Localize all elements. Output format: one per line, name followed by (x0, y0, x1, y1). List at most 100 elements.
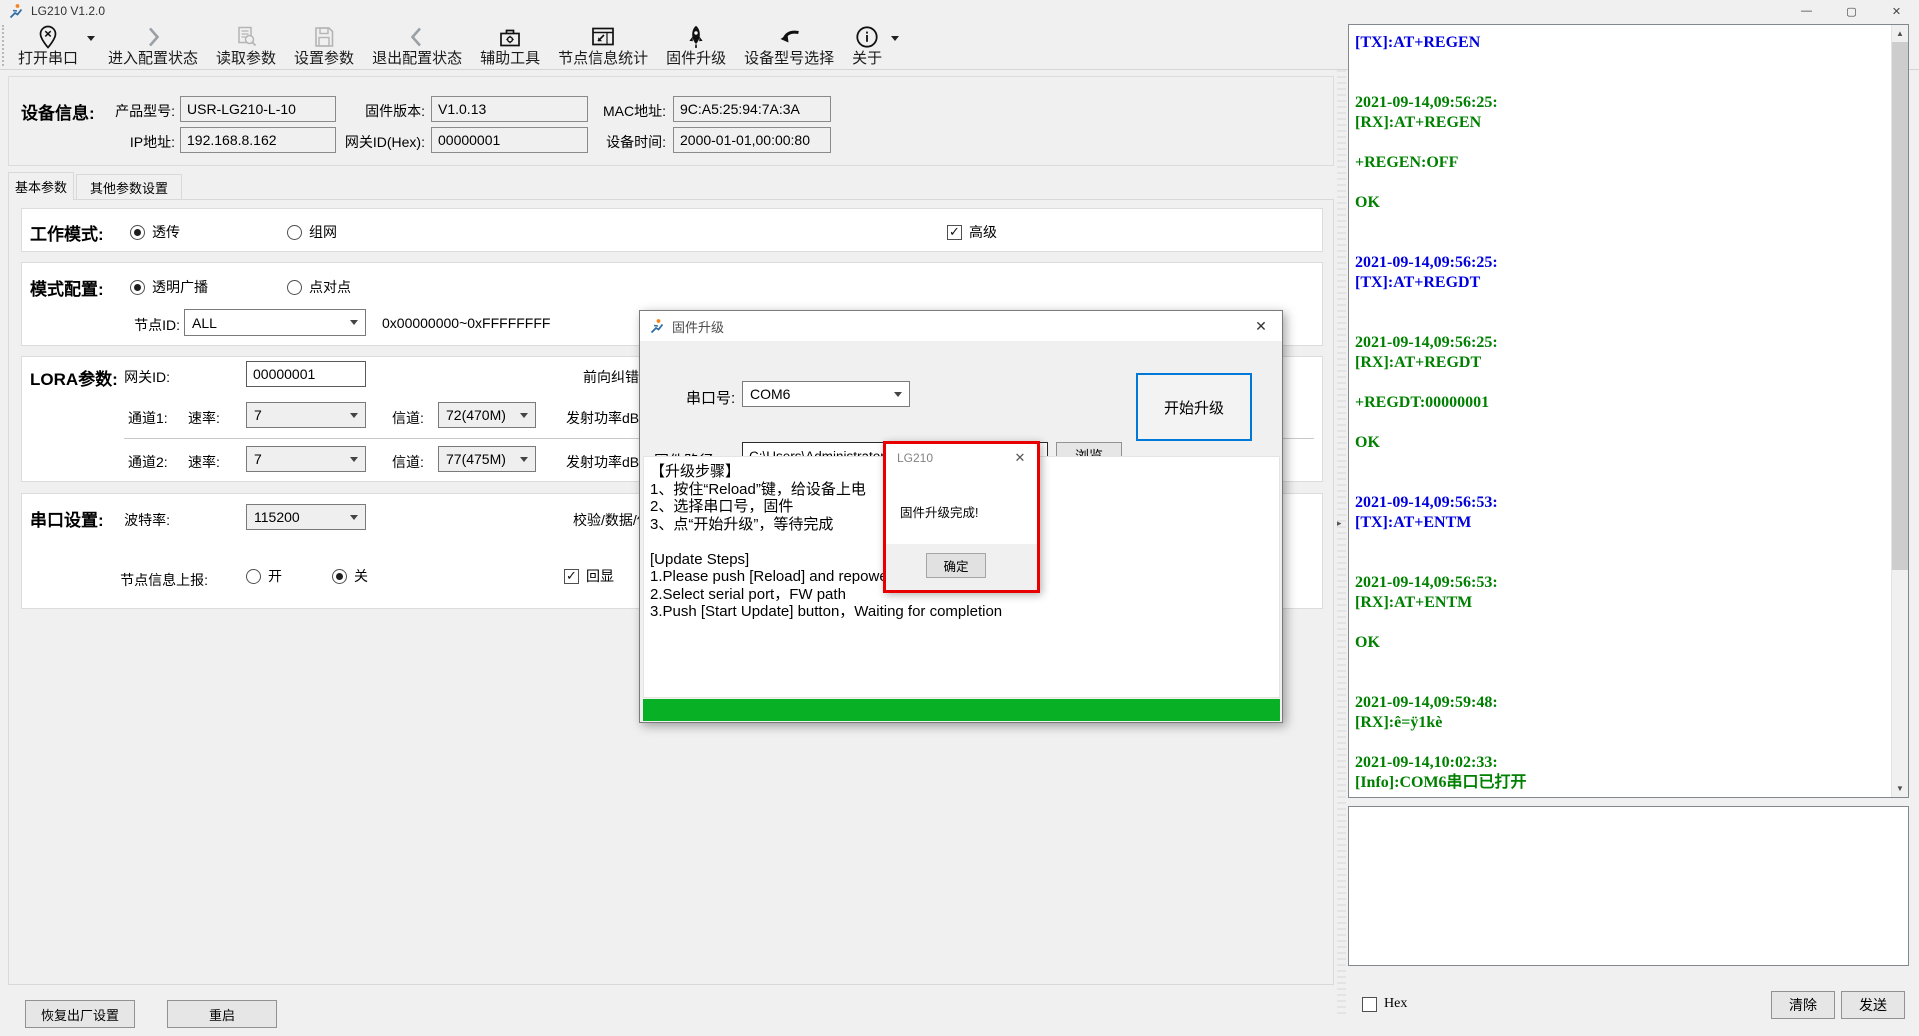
com-port-value: COM6 (750, 386, 790, 402)
scroll-down-icon[interactable]: ▼ (1892, 780, 1908, 797)
log-scrollbar[interactable]: ▲ ▼ (1891, 25, 1908, 797)
scroll-thumb[interactable] (1892, 42, 1908, 570)
echo-checkbox-option[interactable]: 回显 (564, 566, 614, 586)
log-line (1355, 373, 1888, 393)
lora-gateway-id-label: 网关ID: (90, 367, 170, 387)
gateway-id-hex-label: 网关ID(Hex): (301, 132, 425, 152)
radio-selected-icon[interactable] (130, 225, 145, 240)
log-line (1355, 653, 1888, 673)
checkbox-unchecked-icon[interactable] (1362, 997, 1377, 1012)
info-circle-icon (854, 24, 880, 50)
fec-label: 前向纠错 (583, 367, 639, 387)
tab-other-params[interactable]: 其他参数设置 (76, 174, 182, 200)
channel2-chan-select[interactable]: 77(475M) (438, 446, 536, 472)
panel-splitter[interactable] (1337, 70, 1346, 1014)
factory-reset-button[interactable]: 恢复出厂设置 (25, 1000, 135, 1028)
start-upgrade-button[interactable]: 开始升级 (1136, 373, 1252, 441)
toolbar-open-serial-button[interactable]: 打开串口 (9, 22, 87, 69)
maximize-button[interactable]: ▢ (1829, 0, 1874, 22)
log-line (1355, 553, 1888, 573)
radio-selected-icon[interactable] (332, 569, 347, 584)
channel2-rate-value: 7 (254, 451, 262, 467)
node-report-off-option[interactable]: 关 (332, 566, 368, 586)
echo-label: 回显 (586, 566, 614, 586)
baud-select[interactable]: 115200 (246, 504, 366, 530)
radio-unselected-icon[interactable] (287, 280, 302, 295)
toolbar-node-stats-button[interactable]: 节点信息统计 (549, 22, 657, 69)
caret-down-icon (520, 457, 528, 462)
radio-selected-icon[interactable] (130, 280, 145, 295)
toolbar-device-model-button[interactable]: 设备型号选择 (735, 22, 843, 69)
toolbar-aux-tools-button[interactable]: 辅助工具 (471, 22, 549, 69)
product-model-label: 产品型号: (51, 101, 175, 121)
channel1-rate-select[interactable]: 7 (246, 402, 366, 428)
log-content: [TX]:AT+REGEN 2021-09-14,09:56:25:[RX]:A… (1355, 33, 1888, 795)
doc-search-icon (233, 24, 259, 50)
channel2-rate-select[interactable]: 7 (246, 446, 366, 472)
device-time-value[interactable]: 2000-01-01,00:00:80 (673, 127, 831, 153)
clear-button[interactable]: 清除 (1771, 991, 1835, 1019)
close-button[interactable]: ✕ (1874, 0, 1919, 22)
log-line: +REGDT:00000001 (1355, 393, 1888, 413)
caret-down-icon (350, 515, 358, 520)
msgbox-ok-button[interactable]: 确定 (926, 553, 986, 578)
send-input-area[interactable] (1348, 806, 1909, 966)
log-line (1355, 453, 1888, 473)
tab-basic-params[interactable]: 基本参数 (8, 172, 74, 200)
radio-unselected-icon[interactable] (246, 569, 261, 584)
toolbar-about-button[interactable]: 关于 (843, 22, 891, 69)
toolbar-read-params-button[interactable]: 读取参数 (207, 22, 285, 69)
dialog-close-icon[interactable]: ✕ (1240, 311, 1282, 341)
toolbar-exit-config-button[interactable]: 退出配置状态 (363, 22, 471, 69)
toolbar-firmware-upgrade-button[interactable]: 固件升级 (657, 22, 735, 69)
work-mode-title: 工作模式: (30, 220, 104, 245)
work-mode-transparent-option[interactable]: 透传 (130, 222, 180, 242)
advanced-checkbox-option[interactable]: 高级 (947, 222, 997, 242)
log-line (1355, 313, 1888, 333)
hex-checkbox-option[interactable]: Hex (1362, 996, 1407, 1012)
lora-gateway-id-input[interactable]: 00000001 (246, 361, 366, 387)
msgbox-close-icon[interactable]: ✕ (1009, 448, 1031, 468)
toolbar-enter-config-button[interactable]: 进入配置状态 (99, 22, 207, 69)
log-line (1355, 533, 1888, 553)
mode-p2p-option[interactable]: 点对点 (287, 277, 351, 297)
node-id-label: 节点ID: (100, 315, 180, 335)
toolbar-node-stats-label: 节点信息统计 (558, 50, 648, 67)
restart-button[interactable]: 重启 (167, 1000, 277, 1028)
com-port-select[interactable]: COM6 (742, 381, 910, 407)
log-line (1355, 53, 1888, 73)
step-en-3: 3.Push [Start Update] button，Waiting for… (650, 603, 1279, 621)
about-dropdown[interactable] (891, 22, 903, 69)
mac-address-value[interactable]: 9C:A5:25:94:7A:3A (673, 96, 831, 122)
splitter-collapse-icon[interactable]: ▸ (1337, 518, 1342, 529)
baud-value: 115200 (254, 509, 300, 525)
log-line (1355, 213, 1888, 233)
scroll-up-icon[interactable]: ▲ (1892, 25, 1908, 42)
channel2-label: 通道2: (128, 452, 168, 472)
log-line: 2021-09-14,09:56:25: (1355, 333, 1888, 353)
toolbar-set-params-button[interactable]: 设置参数 (285, 22, 363, 69)
log-line (1355, 73, 1888, 93)
log-line: [RX]:AT+REGDT (1355, 353, 1888, 373)
radio-unselected-icon[interactable] (287, 225, 302, 240)
node-report-on-option[interactable]: 开 (246, 566, 282, 586)
send-button[interactable]: 发送 (1841, 991, 1905, 1019)
work-mode-card: 工作模式: 透传 组网 高级 (21, 208, 1323, 252)
msgbox-message: 固件升级完成! (900, 502, 978, 521)
node-report-on-label: 开 (268, 566, 282, 586)
log-line: [RX]:AT+ENTM (1355, 593, 1888, 613)
node-id-select[interactable]: ALL (184, 309, 366, 336)
minimize-button[interactable]: — (1784, 0, 1829, 22)
work-mode-network-option[interactable]: 组网 (287, 222, 337, 242)
log-line: +REGEN:OFF (1355, 153, 1888, 173)
channel1-chan-select[interactable]: 72(470M) (438, 402, 536, 428)
open-serial-dropdown[interactable] (87, 22, 99, 69)
checkbox-checked-icon[interactable] (564, 569, 579, 584)
checkbox-checked-icon[interactable] (947, 225, 962, 240)
log-line (1355, 293, 1888, 313)
toolbar-open-serial-label: 打开串口 (18, 50, 78, 67)
channel1-label: 通道1: (128, 408, 168, 428)
log-panel[interactable]: [TX]:AT+REGEN 2021-09-14,09:56:25:[RX]:A… (1348, 24, 1909, 798)
log-line: 2021-09-14,09:56:25: (1355, 93, 1888, 113)
mode-broadcast-option[interactable]: 透明广播 (130, 277, 208, 297)
